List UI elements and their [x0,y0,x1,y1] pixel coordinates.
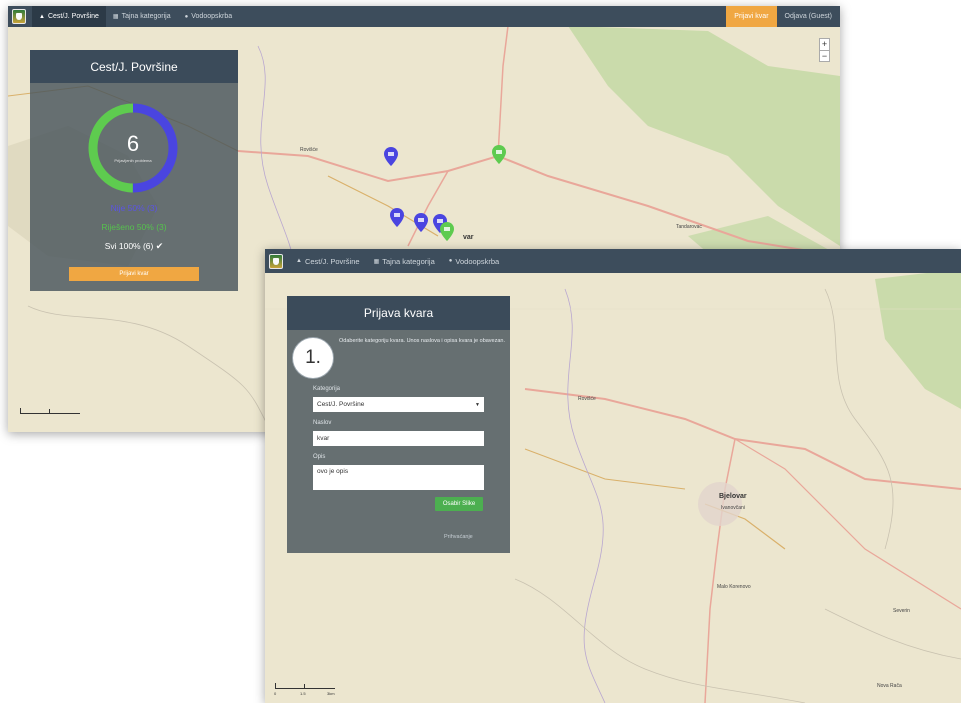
scale-label-mid: 1.5 [300,691,306,696]
total-count: 6 [126,131,140,156]
map-label-place: Malo Korenovo [717,584,751,590]
stats-panel: Cest/J. Površine 6 Prijavljenih problema… [30,50,238,291]
description-value: ovo je opis [317,468,349,475]
nav-tab-water-supply[interactable]: ● Vodoopskrba [442,249,506,273]
nav-tab-label: Cest/J. Površine [304,256,360,266]
description-textarea[interactable]: ovo je opis [313,465,484,490]
map-label-place: Severin [893,608,910,614]
stat-resolved[interactable]: Riješeno 50% (3) [30,222,238,232]
city-logo[interactable] [12,9,26,24]
nav-tab-roads[interactable]: ▲ Cest/J. Površine [289,249,367,273]
category-select-value: Cest/J. Površine [317,401,365,408]
map-label-place: Nova Rača [877,683,902,689]
category-select[interactable]: Cest/J. Površine ▼ [313,397,484,412]
zoom-in-button[interactable]: + [820,39,829,50]
stat-all-label: Svi 100% (6) [104,241,154,251]
step-instructions: Odaberite kategoriju kvara. Unos naslova… [339,338,506,344]
map-label-city: Bjelovar [719,493,747,500]
water-drop-icon: ● [448,258,453,264]
description-label: Opis [313,454,326,460]
road-icon: ▲ [296,258,302,264]
scale-label-end: 3km [327,691,335,696]
nav-tab-label: Tajna kategorija [382,256,435,266]
title-input-value: kvar [317,435,330,442]
check-icon: ✔ [155,241,164,251]
map-label-place: Ivanovčani [721,505,745,511]
top-navbar: ▲ Cest/J. Površine ▦ Tajna kategorija ● … [8,6,840,27]
nav-tab-water-supply[interactable]: ● Vodoopskrba [178,6,240,27]
water-drop-icon: ● [184,13,189,20]
stat-unresolved[interactable]: Nije 50% (3) [30,203,238,213]
category-label: Kategorija [313,386,341,392]
nav-tab-secret-category[interactable]: ▦ Tajna kategorija [106,6,178,27]
caret-down-icon: ▼ [475,401,480,408]
scale-label-start: 0 [274,691,277,696]
nav-tab-secret-category[interactable]: ▦ Tajna kategorija [367,249,442,273]
submit-link[interactable]: Prihvaćanje [444,534,473,540]
map-label-city: var [463,234,474,241]
nav-tab-label: Vodoopskrba [455,256,500,266]
report-form-panel: Prijava kvara 1. Odaberite kategoriju kv… [287,296,510,553]
top-navbar: ▲ Cest/J. Površine ▦ Tajna kategorija ● … [265,249,961,273]
total-caption: Prijavljenih problema [114,158,152,163]
building-icon: ▦ [112,14,119,20]
scale-bar [20,408,80,414]
road-icon: ▲ [39,13,45,20]
title-label: Naslov [313,420,332,426]
map-label-place: Rovišće [578,396,596,402]
nav-tab-roads[interactable]: ▲ Cest/J. Površine [32,6,106,27]
stats-panel-title: Cest/J. Površine [30,50,238,83]
city-logo[interactable] [269,253,283,269]
title-input[interactable]: kvar [313,431,484,446]
map-label-place: Tandarovac [676,224,702,230]
building-icon: ▦ [373,258,380,265]
report-fault-button[interactable]: Prijavi kvar [726,6,777,27]
nav-tab-label: Tajna kategorija [121,13,171,20]
nav-tab-label: Vodoopskrba [191,13,233,20]
stat-all[interactable]: Svi 100% (6) ✔ [30,241,238,252]
zoom-control: + − [819,38,830,62]
panel-report-button[interactable]: Prijavi kvar [69,267,199,281]
foreground-app-window: Rovišće Bjelovar Ivanovčani Malo Korenov… [265,249,961,703]
map-label-place: Rovišće [300,147,318,153]
zoom-out-button[interactable]: − [820,50,829,61]
step-number-badge: 1. [293,338,333,378]
status-donut-chart: 6 Prijavljenih problema [87,102,179,194]
logout-link[interactable]: Odjava (Guest) [777,6,840,27]
select-photos-button[interactable]: Osabir Slike [435,497,483,511]
nav-tab-label: Cest/J. Površine [47,13,99,20]
report-form-title: Prijava kvara [287,296,510,330]
scale-bar [275,683,335,689]
